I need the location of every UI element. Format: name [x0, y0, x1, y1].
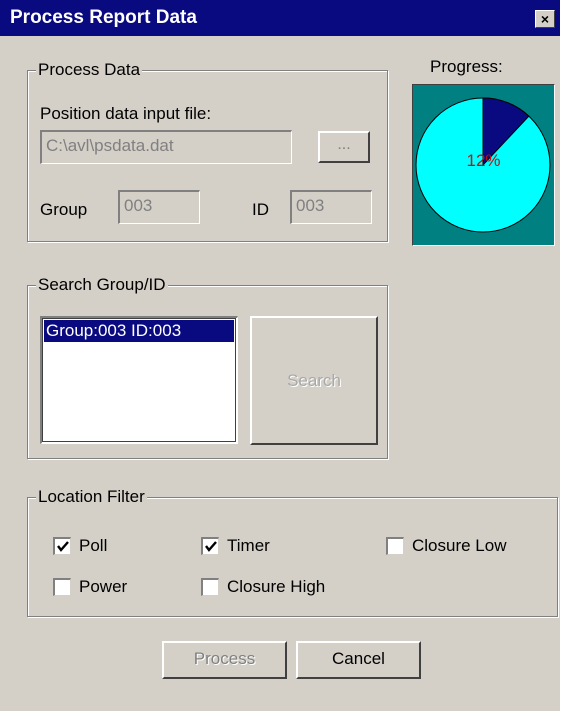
id-field[interactable]: 003	[290, 190, 372, 224]
poll-label: Poll	[79, 536, 108, 555]
group-label: Group	[40, 200, 88, 219]
checkmark-icon	[53, 537, 71, 555]
title-bar[interactable]: Process Report Data ×	[0, 0, 560, 36]
process-report-dialog: Process Report Data × Process Data Posit…	[0, 0, 571, 711]
checkbox-box	[201, 578, 219, 596]
search-button[interactable]: Search	[250, 316, 378, 445]
progress-pie: 12%	[412, 84, 555, 246]
process-button[interactable]: Process	[162, 641, 287, 679]
checkbox-box	[53, 578, 71, 596]
closure-high-label: Closure High	[227, 577, 326, 596]
progress-percent: 12%	[466, 151, 501, 170]
cancel-button[interactable]: Cancel	[296, 641, 421, 679]
location-filter-legend: Location Filter	[36, 487, 147, 507]
timer-label: Timer	[227, 536, 270, 555]
location-filter-group: Location Filter	[27, 487, 558, 617]
checkbox-box	[386, 537, 404, 555]
checkmark-icon	[201, 537, 219, 555]
list-item[interactable]: Group:003 ID:003	[44, 320, 234, 342]
process-data-legend: Process Data	[36, 60, 143, 80]
id-label: ID	[252, 200, 269, 219]
window-title: Process Report Data	[10, 7, 197, 28]
progress-label: Progress:	[430, 57, 503, 76]
browse-button[interactable]: ...	[318, 131, 370, 163]
search-legend: Search Group/ID	[36, 275, 168, 295]
close-icon: ×	[540, 11, 550, 27]
close-button[interactable]: ×	[535, 10, 555, 28]
input-file-field[interactable]: C:\avl\psdata.dat	[40, 130, 292, 164]
group-field[interactable]: 003	[118, 190, 200, 224]
window-edge	[560, 0, 571, 711]
closure-low-label: Closure Low	[412, 536, 507, 555]
group-id-list[interactable]: Group:003 ID:003	[40, 316, 238, 444]
input-file-label: Position data input file:	[40, 104, 212, 123]
power-label: Power	[79, 577, 128, 596]
